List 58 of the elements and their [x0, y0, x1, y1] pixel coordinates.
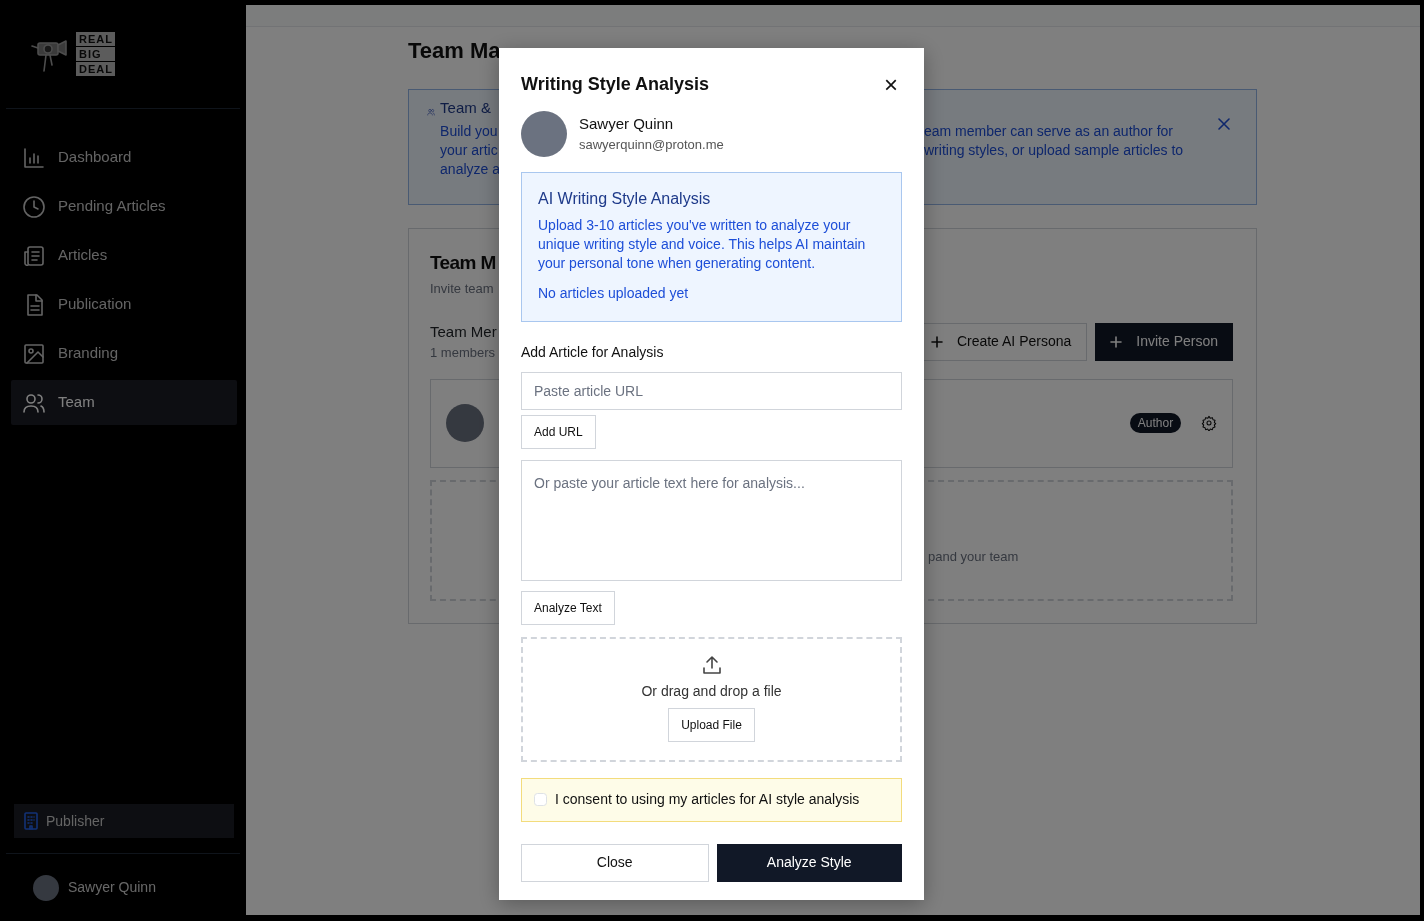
- upload-file-button[interactable]: Upload File: [668, 707, 755, 742]
- invite-button[interactable]: Invite Person: [1095, 322, 1233, 361]
- empty-hint: pand your team: [928, 548, 1019, 566]
- drop-text: Or drag and drop a file: [641, 681, 782, 701]
- info-title: AI Writing Style Analysis: [538, 188, 712, 208]
- nav-item[interactable]: Pending Articles: [11, 184, 237, 229]
- member-count: 1 members: [430, 344, 496, 362]
- logo-text: BIG: [76, 47, 115, 61]
- upload-icon: [701, 654, 722, 675]
- article-text-field[interactable]: Or paste your article text here for analysis...: [521, 459, 902, 581]
- drop-zone[interactable]: Or drag and drop a file Upload File: [521, 636, 902, 762]
- nav-item[interactable]: Articles: [11, 233, 237, 278]
- consent-checkbox[interactable]: [534, 793, 547, 807]
- card-subtitle: Invite team: [430, 280, 494, 298]
- page-title: Team Ma: [408, 38, 501, 63]
- close-button[interactable]: Close: [521, 843, 709, 882]
- building-icon: [24, 812, 38, 830]
- analyze-style-button[interactable]: Analyze Style: [716, 843, 902, 882]
- avatar: [446, 404, 484, 442]
- settings-icon: [1201, 415, 1217, 431]
- user-name: Sawyer Quinn: [68, 878, 156, 897]
- card-title: Team M: [430, 251, 496, 275]
- nav-item[interactable]: Team: [11, 380, 237, 425]
- url-field[interactable]: Paste article URL: [521, 371, 902, 410]
- avatar: [521, 110, 567, 157]
- chart-icon: [22, 145, 46, 170]
- people-icon: [427, 106, 436, 118]
- modal-title: Writing Style Analysis: [521, 74, 710, 96]
- plus-icon: [1110, 335, 1123, 348]
- close-icon: [1218, 118, 1230, 130]
- person-name: Sawyer Quinn: [579, 113, 675, 134]
- section-label: Add Article for Analysis: [521, 342, 665, 362]
- role-badge: Author: [1130, 412, 1181, 434]
- alert-text: your artic: [440, 141, 498, 160]
- alert-title: Team &: [440, 98, 492, 118]
- add-url-button[interactable]: Add URL: [521, 414, 596, 449]
- nav-item[interactable]: Dashboard: [11, 135, 237, 180]
- avatar: [33, 874, 59, 901]
- section-title: Team Mer: [430, 321, 497, 342]
- status-text: No articles uploaded yet: [538, 283, 690, 303]
- alert-text: analyze a: [440, 160, 500, 179]
- alert-text: eam member can serve as an author for: [924, 122, 1173, 141]
- plus-icon: [930, 335, 943, 348]
- logo-text: REAL: [76, 32, 115, 46]
- logo-text: DEAL: [76, 62, 115, 76]
- alert-text: writing styles, or upload sample articles to: [924, 141, 1184, 160]
- alert-text: Build you: [440, 122, 498, 141]
- analyze-text-button[interactable]: Analyze Text: [521, 590, 615, 625]
- publisher-button[interactable]: Publisher: [14, 804, 234, 838]
- person-email: sawyerquinn@proton.me: [579, 136, 724, 155]
- close-button[interactable]: ×: [880, 74, 902, 95]
- nav-item[interactable]: Publication: [11, 282, 237, 327]
- consent-label: I consent to using my articles for AI style analysis: [555, 790, 860, 810]
- image-icon: [22, 341, 46, 366]
- nav-item[interactable]: Branding: [11, 331, 237, 376]
- newspaper-icon: [22, 243, 46, 268]
- clock-icon: [22, 194, 46, 219]
- info-text: Upload 3-10 articles you've written to analyze your unique writing style and voice. This helps AI maintain your personal tone when generating content.: [538, 215, 867, 273]
